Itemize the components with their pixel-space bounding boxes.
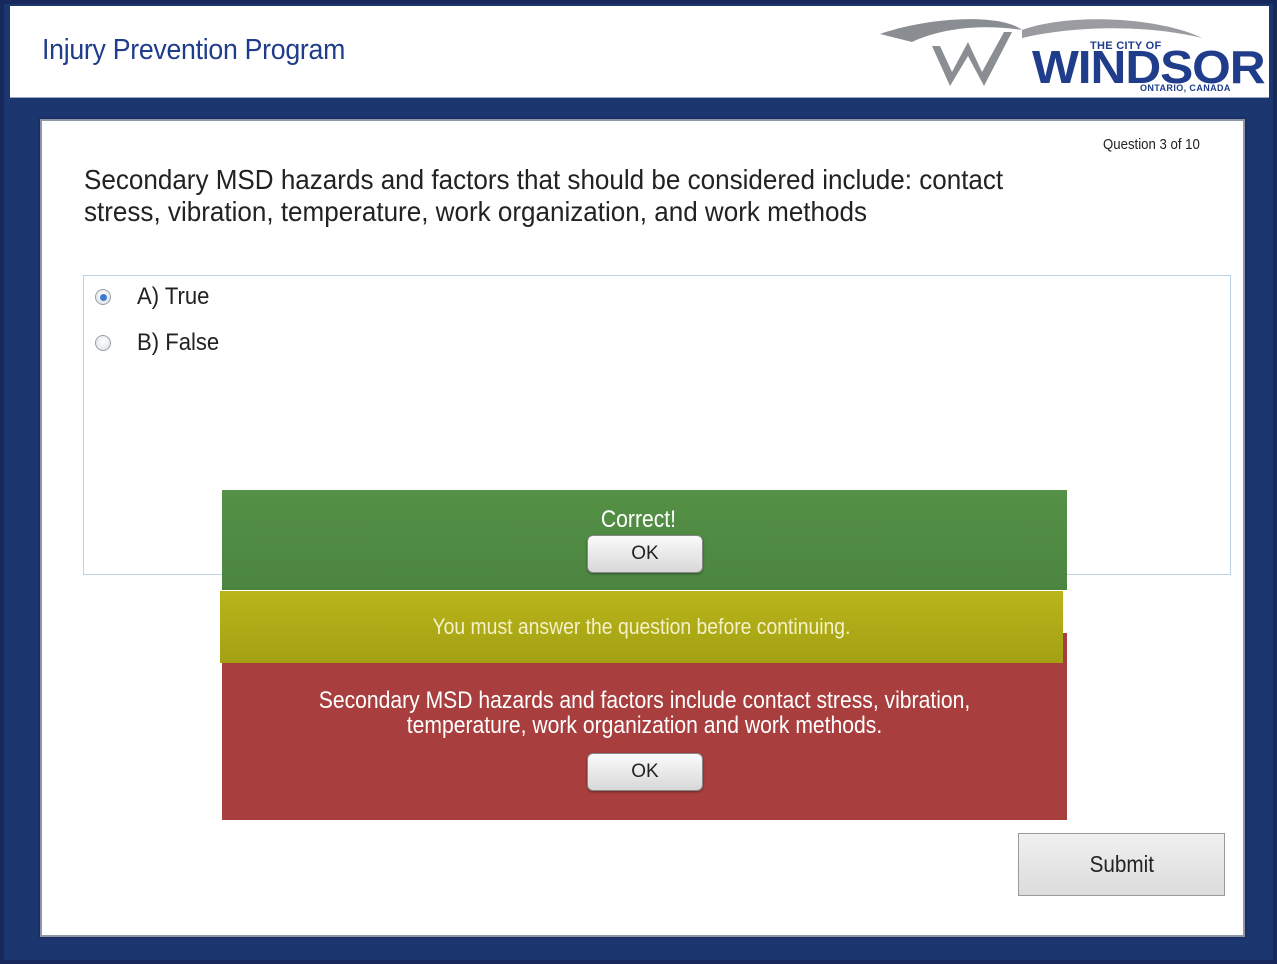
radio-selected-icon[interactable]	[95, 289, 111, 305]
incorrect-feedback-text: Secondary MSD hazards and factors includ…	[318, 687, 971, 739]
warning-text: You must answer the question before cont…	[432, 614, 851, 639]
question-counter: Question 3 of 10	[1103, 136, 1200, 153]
logo-sub-text: ONTARIO, CANADA	[1140, 83, 1231, 93]
option-label: A) True	[137, 283, 210, 310]
question-text: Secondary MSD hazards and factors that s…	[84, 164, 1004, 227]
windsor-logo: THE CITY OF WINDSOR ONTARIO, CANADA	[872, 16, 1266, 96]
incorrect-ok-button[interactable]: OK	[587, 753, 703, 791]
option-true[interactable]: A) True	[95, 283, 216, 310]
correct-ok-button[interactable]: OK	[587, 535, 703, 573]
correct-feedback-title: Correct!	[600, 506, 677, 533]
radio-unselected-icon[interactable]	[95, 335, 111, 351]
submit-label: Submit	[1089, 851, 1154, 877]
submit-button[interactable]: Submit	[1018, 833, 1225, 896]
option-false[interactable]: B) False	[95, 329, 226, 356]
option-label: B) False	[137, 329, 220, 356]
header: Injury Prevention Program THE CITY OF WI…	[10, 6, 1269, 98]
warning-feedback-popup: You must answer the question before cont…	[220, 591, 1063, 663]
page-title: Injury Prevention Program	[42, 34, 346, 66]
